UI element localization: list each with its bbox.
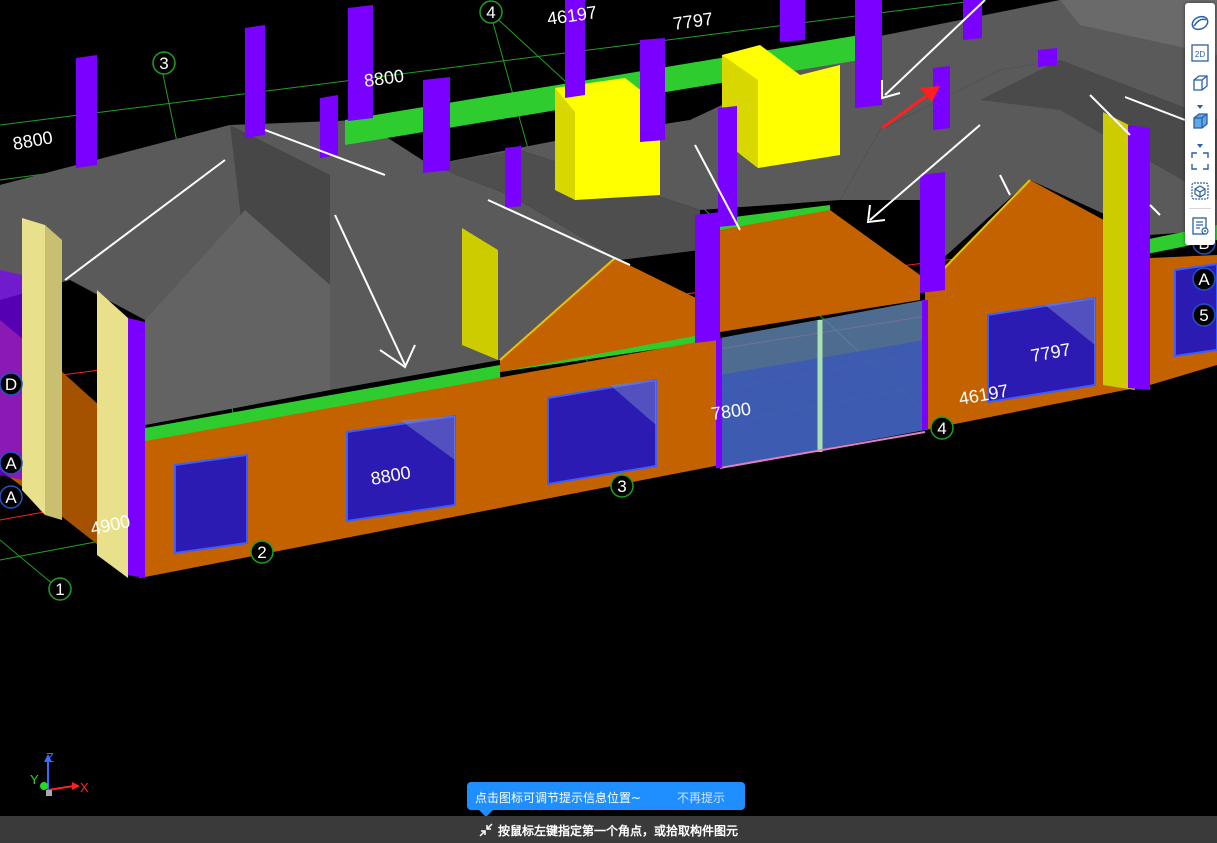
grid-marker-3-back: 3	[159, 54, 168, 73]
cube-view-icon	[1191, 182, 1209, 200]
grid-marker-2: 2	[257, 543, 266, 562]
cube-view-button[interactable]	[1188, 179, 1212, 203]
grid-marker-5: 5	[1199, 306, 1208, 325]
grid-marker-a-right: A	[1198, 270, 1210, 289]
solid-box-dropdown[interactable]	[1195, 137, 1205, 148]
grid-marker-d-left: D	[5, 375, 17, 394]
view-toolbar: 2D	[1185, 3, 1215, 245]
dim-label-8800-back: 8800	[363, 66, 405, 91]
grid-marker-4: 4	[937, 419, 946, 438]
dim-label-46197-back: 46197	[546, 2, 598, 29]
axis-x-label: X	[80, 780, 89, 795]
view-3d-dropdown[interactable]	[1195, 98, 1205, 109]
status-prompt: 按鼠标左键指定第一个角点，或拾取构件图元	[498, 824, 739, 838]
dim-label-7797-back: 7797	[672, 9, 714, 34]
view-2d-icon: 2D	[1191, 44, 1209, 62]
toolbar-divider	[1189, 208, 1211, 209]
axis-z-label: Z	[46, 750, 54, 765]
view-2d-button[interactable]: 2D	[1188, 41, 1212, 65]
properties-view-icon	[1192, 217, 1209, 235]
view-2d-label: 2D	[1195, 50, 1205, 59]
collapse-arrows-icon[interactable]	[478, 822, 494, 838]
zoom-extents-icon	[1191, 152, 1209, 170]
status-bar: 按鼠标左键指定第一个角点，或拾取构件图元	[0, 816, 1217, 843]
view-3d-box-icon	[1193, 75, 1208, 91]
view-3d-box-button[interactable]	[1188, 71, 1212, 95]
solid-box-button[interactable]	[1188, 109, 1212, 133]
hint-message: 点击图标可调节提示信息位置~	[475, 791, 642, 805]
grid-marker-3: 3	[617, 477, 626, 496]
solid-box-icon	[1193, 113, 1208, 129]
3d-viewport[interactable]: 8800 4900 8800 7800 46197 7797 8800 7797…	[0, 0, 1217, 816]
properties-view-button[interactable]	[1188, 214, 1212, 238]
orbit-button[interactable]	[1188, 11, 1212, 35]
dim-label-8800-left: 8800	[11, 127, 54, 154]
grid-marker-b-left: A	[5, 454, 17, 473]
building-model-scene[interactable]: 8800 4900 8800 7800 46197 7797 8800 7797…	[0, 0, 1217, 816]
hint-tooltip[interactable]: 点击图标可调节提示信息位置~ 不再提示	[467, 782, 745, 817]
axis-y-label: Y	[30, 772, 39, 787]
orbit-icon	[1191, 15, 1209, 31]
zoom-extents-button[interactable]	[1188, 149, 1212, 173]
dont-show-again-button[interactable]: 不再提示	[677, 789, 725, 806]
axis-indicator: Z Y X	[30, 750, 89, 796]
grid-marker-4-back: 4	[486, 3, 495, 22]
grid-marker-1: 1	[55, 580, 64, 599]
grid-marker-a-left: A	[5, 488, 17, 507]
